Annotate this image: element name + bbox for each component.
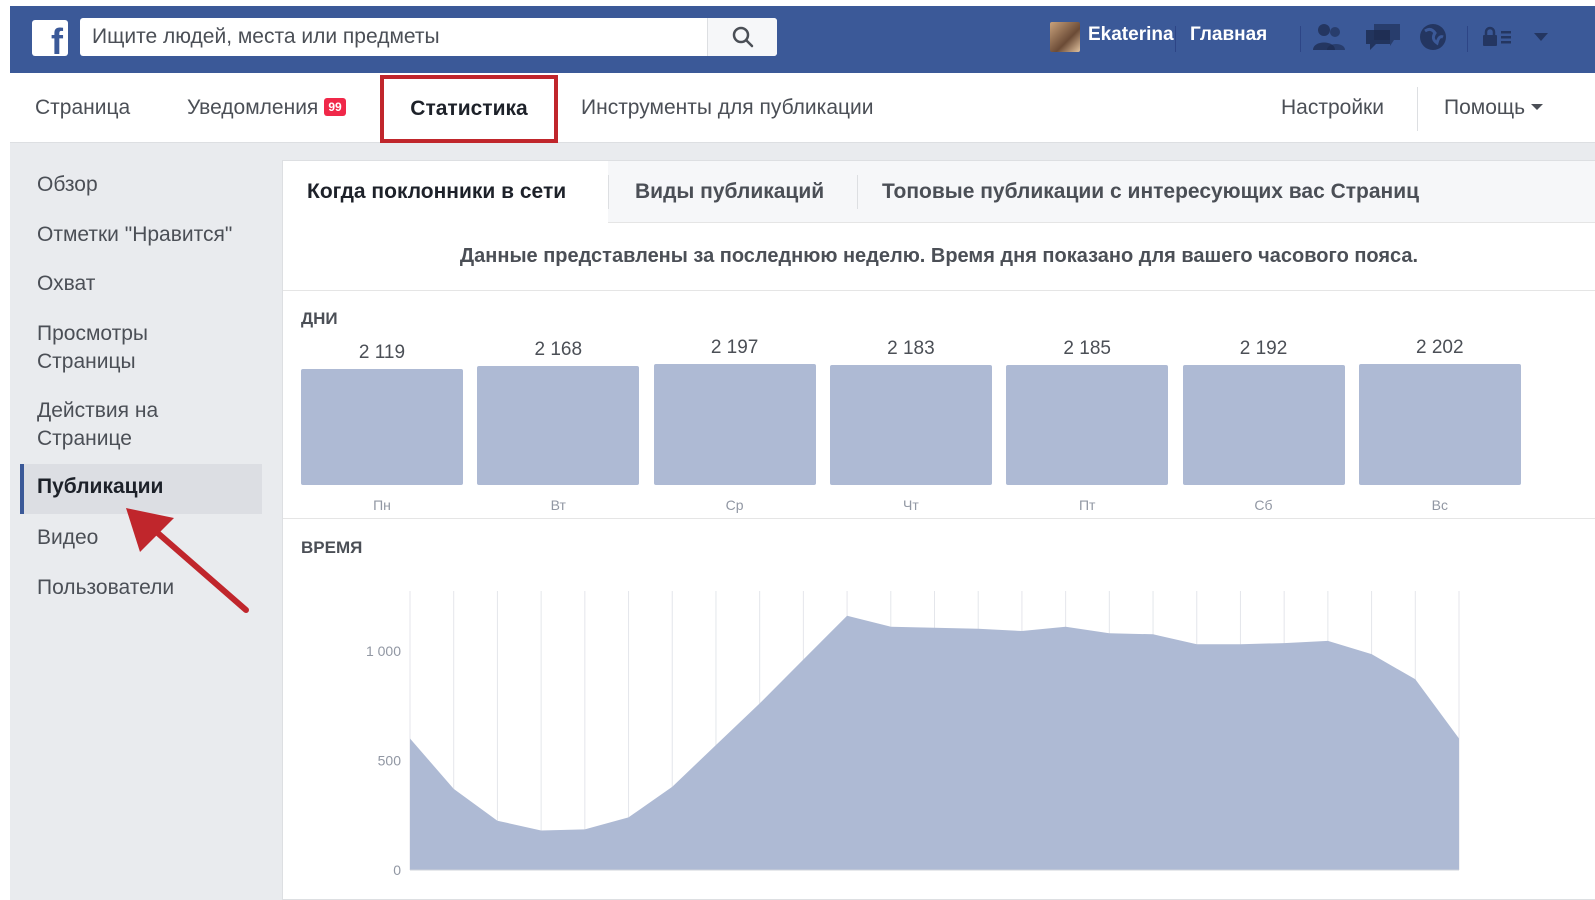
time-area-chart: 0 500 1 000 [366,591,1460,878]
y-tick-label: 500 [378,752,402,768]
profile-link[interactable]: Ekaterina [1088,24,1174,46]
avatar[interactable] [1050,22,1080,52]
facebook-logo-icon[interactable]: f [32,20,68,60]
search-icon [732,26,753,48]
divider [1467,26,1468,52]
sidebar-item-page-views[interactable]: Просмотры Страницы [37,320,148,376]
y-tick-label: 0 [393,862,401,878]
insights-panel: Когда поклонники в сети Виды публикаций … [282,160,1595,900]
caret-down-icon [1531,104,1544,110]
nav-help-label: Помощь [1444,96,1526,119]
nav-insights-label: Статистика [410,97,528,120]
search-input[interactable] [80,18,705,56]
nav-notifications-label: Уведомления [187,96,319,119]
page-nav: Страница Уведомления 99 Статистика Инстру… [10,73,1595,143]
sidebar-item-overview[interactable]: Обзор [37,171,98,199]
nav-settings[interactable]: Настройки [1281,96,1384,120]
search-box [80,18,777,56]
divider [1417,87,1418,131]
y-tick-label: 1 000 [366,643,401,659]
nav-insights[interactable]: Статистика [380,75,558,143]
time-area-series [410,615,1459,870]
messages-icon[interactable] [1363,20,1403,54]
friend-requests-icon[interactable] [1310,20,1348,54]
sidebar-item-likes[interactable]: Отметки "Нравится" [37,221,232,249]
nav-notifications[interactable]: Уведомления 99 [187,96,346,120]
sidebar-item-videos[interactable]: Видео [37,524,98,552]
search-button[interactable] [707,18,777,56]
nav-publishing-tools[interactable]: Инструменты для публикации [581,96,873,120]
nav-help[interactable]: Помощь [1444,96,1544,120]
nav-page[interactable]: Страница [35,96,130,120]
sidebar-item-label: Странице [37,427,132,450]
sidebar-item-label: Публикации [37,475,164,498]
sidebar-item-reach[interactable]: Охват [37,270,95,298]
privacy-shortcuts-icon[interactable] [1480,20,1520,54]
divider [1175,26,1176,52]
sidebar-item-label: Просмотры [37,322,148,345]
notifications-count-badge: 99 [324,98,346,116]
divider [1300,26,1301,52]
home-link[interactable]: Главная [1190,24,1267,46]
top-bar: f Ekaterina Главная [10,6,1595,73]
sidebar-item-label: Страницы [37,350,136,373]
sidebar-item-label: Действия на [37,399,159,422]
notifications-globe-icon[interactable] [1416,20,1450,54]
sidebar-item-actions-on-page[interactable]: Действия на Странице [37,397,158,453]
red-arrow-annotation [126,508,249,613]
account-menu-chevron-down-icon[interactable] [1530,20,1552,54]
